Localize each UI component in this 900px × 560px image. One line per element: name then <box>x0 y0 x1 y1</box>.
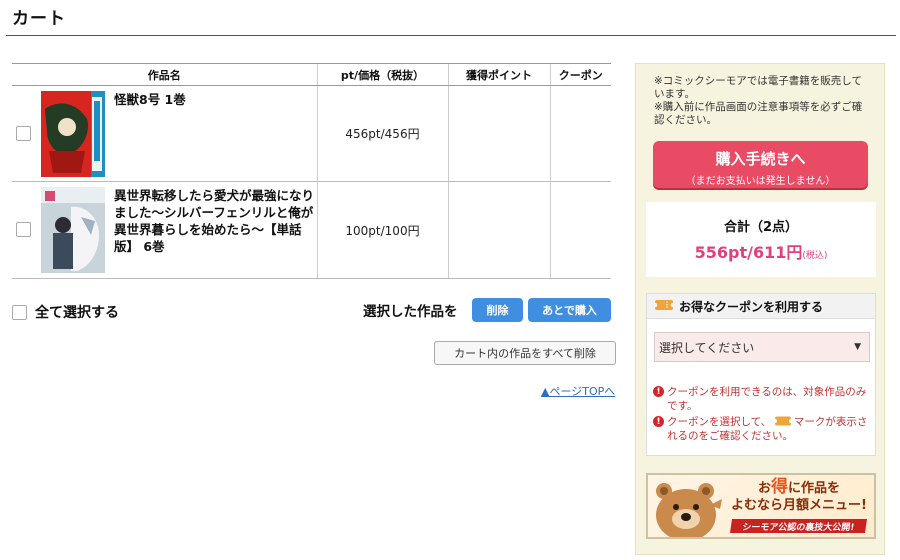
banner-heading[interactable]: お得に作品を よむなら月額メニュー! <box>724 479 874 514</box>
item-coupon <box>549 181 611 279</box>
coupon-select-value[interactable]: 選択してください <box>659 339 754 356</box>
checkout-button[interactable]: 購入手続きへ （まだお支払いは発生しません） <box>653 141 868 188</box>
column-header-points: 獲得ポイント <box>447 63 550 86</box>
book-cover-image[interactable] <box>41 91 105 177</box>
total-label: 合計（2点） <box>723 220 799 235</box>
column-header-coupon: クーポン <box>549 63 611 86</box>
coupon-warning-1-text: クーポンを利用できるのは、対象作品のみです。 <box>667 386 867 412</box>
alert-icon: ! <box>653 386 664 397</box>
total-value-line: 556pt/611円(税込) <box>646 239 876 263</box>
table-row: 怪獣8号 1巻 456pt/456円 <box>12 85 611 182</box>
page-title: カート <box>12 9 66 29</box>
item-coupon <box>549 85 611 182</box>
banner-line1-a[interactable]: お <box>758 481 771 496</box>
coupon-ticket-icon <box>652 299 676 314</box>
alert-icon: ! <box>653 416 664 427</box>
coupon-warning-2-text-a: クーポンを選択して、 <box>667 416 772 428</box>
column-header-title: 作品名 <box>12 63 317 86</box>
delete-all-button[interactable]: カート内の作品をすべて削除 <box>434 341 616 365</box>
banner-line1-b[interactable]: 得 <box>771 477 788 497</box>
coupon-select[interactable]: 選択してください ▼ <box>654 332 870 362</box>
select-all-control[interactable]: 全て選択する <box>12 302 119 322</box>
table-header-row: 作品名 pt/価格（税抜） 獲得ポイント クーポン <box>12 63 611 86</box>
monthly-menu-banner[interactable]: お得に作品を よむなら月額メニュー! シーモア公認の裏技大公開! <box>646 473 876 539</box>
item-price: 100pt/100円 <box>316 181 448 279</box>
checkout-button-sublabel[interactable]: （まだお支払いは発生しません） <box>653 172 868 187</box>
coupon-heading: お得なクーポンを利用する <box>679 299 824 314</box>
item-cell: 怪獣8号 1巻 <box>12 85 317 182</box>
column-header-price: pt/価格（税抜） <box>316 63 448 86</box>
mascot-image <box>656 483 722 537</box>
delete-button[interactable]: 削除 <box>472 298 523 322</box>
sales-notice: ※コミックシーモアでは電子書籍を販売しています。 ※購入前に作品画面の注意事項等… <box>654 75 863 126</box>
item-title[interactable]: 異世界転移したら愛犬が最強になりました〜シルバーフェンリルと俺が異世界暮らしを始… <box>114 187 314 255</box>
item-title[interactable]: 怪獣8号 1巻 <box>114 91 314 108</box>
buy-later-button[interactable]: あとで購入 <box>528 298 611 322</box>
order-total: 合計（2点） 556pt/611円(税込) <box>646 202 876 277</box>
coupon-warning-2: ! クーポンを選択して、 マークが表示されるのをご確認ください。 <box>653 415 869 443</box>
cart-table: 作品名 pt/価格（税抜） 獲得ポイント クーポン 怪獣8号 1巻 456pt/… <box>12 63 611 279</box>
banner-line1-c[interactable]: に作品を <box>788 481 840 496</box>
item-points <box>447 181 550 279</box>
item-checkbox[interactable] <box>16 222 31 237</box>
selected-items-label: 選択した作品を <box>363 304 458 320</box>
coupon-warning-2-text: クーポンを選択して、 マークが表示されるのをご確認ください。 <box>667 415 869 443</box>
item-points <box>447 85 550 182</box>
coupon-warning-1: ! クーポンを利用できるのは、対象作品のみです。 <box>653 385 869 413</box>
coupon-panel: お得なクーポンを利用する 選択してください ▼ ! クーポンを利用できるのは、対… <box>646 293 876 456</box>
tax-included-note: (税込) <box>802 251 828 261</box>
banner-strip[interactable]: シーモア公認の裏技大公開! <box>730 519 867 533</box>
item-cell: 異世界転移したら愛犬が最強になりました〜シルバーフェンリルと俺が異世界暮らしを始… <box>12 181 317 279</box>
banner-line2[interactable]: よむなら月額メニュー! <box>731 498 867 513</box>
title-divider <box>6 35 896 36</box>
total-amount: 556pt/611円 <box>694 243 803 262</box>
coupon-heading-bar: お得なクーポンを利用する <box>647 294 875 319</box>
select-all-checkbox[interactable] <box>12 304 27 320</box>
table-row: 異世界転移したら愛犬が最強になりました〜シルバーフェンリルと俺が異世界暮らしを始… <box>12 181 611 279</box>
cart-sidebar: ※コミックシーモアでは電子書籍を販売しています。 ※購入前に作品画面の注意事項等… <box>635 63 885 555</box>
dropdown-caret-icon[interactable]: ▼ <box>854 342 861 352</box>
select-all-label[interactable]: 全て選択する <box>35 302 119 322</box>
page-top-link[interactable]: ▲ページTOPへ <box>541 383 615 399</box>
item-price: 456pt/456円 <box>316 85 448 182</box>
book-cover-image[interactable] <box>41 187 105 273</box>
checkout-button-label[interactable]: 購入手続きへ <box>653 148 868 169</box>
item-checkbox[interactable] <box>16 126 31 141</box>
coupon-mark-icon <box>772 416 794 428</box>
